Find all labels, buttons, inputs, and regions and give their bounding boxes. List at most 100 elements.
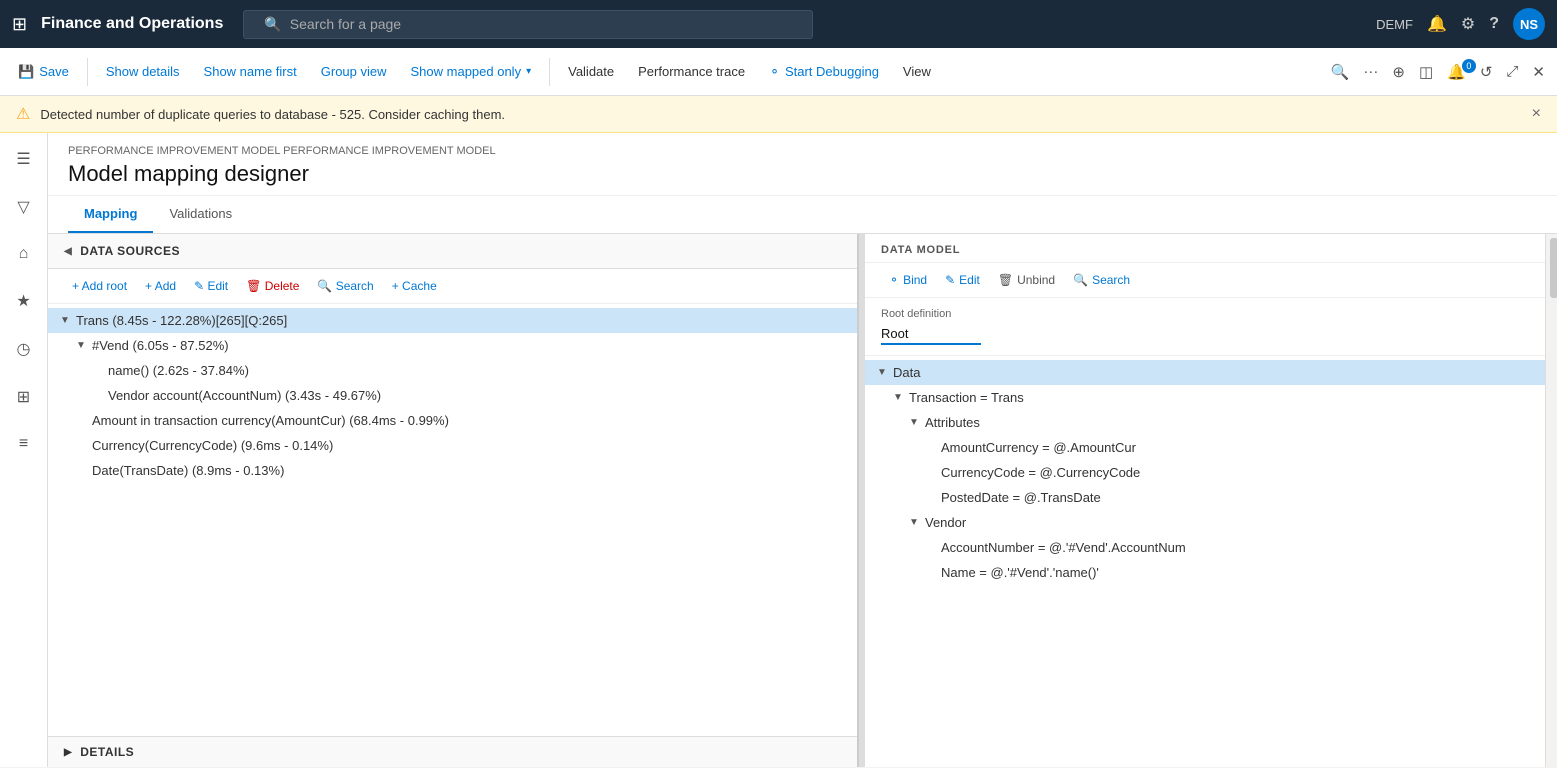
ds-add-button[interactable]: + Add xyxy=(137,275,184,297)
ds-tree-item-amount[interactable]: Amount in transaction currency(AmountCur… xyxy=(48,408,857,433)
tree-item-label: Currency(CurrencyCode) (9.6ms - 0.14%) xyxy=(92,438,845,453)
show-name-button[interactable]: Show name first xyxy=(194,59,307,84)
tab-validations[interactable]: Validations xyxy=(153,196,248,233)
user-avatar[interactable]: NS xyxy=(1513,8,1545,40)
global-search[interactable]: 🔍 Search for a page xyxy=(243,10,813,39)
ds-section-header: ◀ DATA SOURCES xyxy=(48,234,857,269)
dm-item-label: Data xyxy=(893,365,1533,380)
save-button[interactable]: 💾 Save xyxy=(8,59,79,85)
ds-cache-button[interactable]: + Cache xyxy=(384,275,445,297)
view-button[interactable]: View xyxy=(893,59,941,84)
ds-tree-item-currency[interactable]: Currency(CurrencyCode) (9.6ms - 0.14%) xyxy=(48,433,857,458)
chevron-down-icon: ▾ xyxy=(526,66,531,77)
notification-badge[interactable]: 🔔 0 xyxy=(1443,63,1470,81)
bell-icon[interactable]: 🔔 xyxy=(1427,14,1447,34)
ds-tree-item-date[interactable]: Date(TransDate) (8.9ms - 0.13%) xyxy=(48,458,857,483)
page-title: Model mapping designer xyxy=(68,161,1537,187)
ds-add-root-button[interactable]: + Add root xyxy=(64,275,135,297)
ds-tree-item-name[interactable]: name() (2.62s - 37.84%) xyxy=(48,358,857,383)
toolbar-search-icon[interactable]: 🔍 xyxy=(1327,59,1354,85)
left-sidebar: ☰ ▽ ⌂ ★ ◷ ⊞ ≡ xyxy=(0,133,48,767)
dm-edit-button[interactable]: ✎ Edit xyxy=(937,269,988,291)
ds-tree-item-trans[interactable]: ▼ Trans (8.45s - 122.28%)[265][Q:265] xyxy=(48,308,857,333)
validate-button[interactable]: Validate xyxy=(558,59,624,84)
toolbar-expand-icon[interactable]: ⤢ xyxy=(1502,59,1522,84)
divider-2 xyxy=(549,58,550,86)
root-value-input[interactable] xyxy=(881,324,981,345)
sidebar-workspaces-icon[interactable]: ⊞ xyxy=(11,381,36,413)
expand-icon[interactable]: ▼ xyxy=(893,392,909,403)
right-scrollbar[interactable] xyxy=(1545,234,1557,767)
edit-icon: ✎ xyxy=(945,273,955,287)
ds-edit-button[interactable]: ✎ Edit xyxy=(186,275,236,297)
toolbar-pin-icon[interactable]: ⊕ xyxy=(1388,59,1409,85)
root-definition-label: Root definition xyxy=(881,308,1529,320)
tree-item-label: Trans (8.45s - 122.28%)[265][Q:265] xyxy=(76,313,845,328)
toolbar-extension-icon[interactable]: ◫ xyxy=(1415,59,1437,85)
sidebar-menu-icon[interactable]: ☰ xyxy=(10,143,36,175)
sidebar-favorites-icon[interactable]: ★ xyxy=(10,285,36,317)
dm-toolbar: ⚬ Bind ✎ Edit 🗑 Unbind 🔍 Search xyxy=(865,263,1545,298)
tree-item-label: name() (2.62s - 37.84%) xyxy=(108,363,845,378)
dm-item-currency-code[interactable]: CurrencyCode = @.CurrencyCode xyxy=(865,460,1545,485)
ds-tree-item-vend[interactable]: ▼ #Vend (6.05s - 87.52%) xyxy=(48,333,857,358)
toolbar-refresh-icon[interactable]: ↺ xyxy=(1476,59,1497,85)
performance-trace-button[interactable]: Performance trace xyxy=(628,59,755,84)
ds-search-button[interactable]: 🔍 Search xyxy=(309,275,381,297)
ds-delete-button[interactable]: 🗑 Delete xyxy=(238,275,307,297)
main-layout: ☰ ▽ ⌂ ★ ◷ ⊞ ≡ PERFORMANCE IMPROVEMENT MO… xyxy=(0,133,1557,767)
env-label: DEMF xyxy=(1376,17,1413,32)
dm-item-label: PostedDate = @.TransDate xyxy=(941,490,1533,505)
group-view-button[interactable]: Group view xyxy=(311,59,397,84)
tab-mapping[interactable]: Mapping xyxy=(68,196,153,233)
sidebar-home-icon[interactable]: ⌂ xyxy=(13,239,35,269)
warn-icon: ⚠ xyxy=(16,104,30,124)
dm-unbind-button[interactable]: 🗑 Unbind xyxy=(990,269,1063,291)
dm-item-vendor[interactable]: ▼ Vendor xyxy=(865,510,1545,535)
ds-tree: ▼ Trans (8.45s - 122.28%)[265][Q:265] ▼ … xyxy=(48,304,857,736)
expand-icon[interactable]: ▼ xyxy=(76,340,92,351)
dm-item-amount-currency[interactable]: AmountCurrency = @.AmountCur xyxy=(865,435,1545,460)
details-bar[interactable]: ▶ DETAILS xyxy=(48,736,857,767)
toolbar-more-icon[interactable]: ··· xyxy=(1359,59,1382,84)
tab-bar: Mapping Validations xyxy=(48,196,1557,234)
ds-tree-item-vendor-account[interactable]: Vendor account(AccountNum) (3.43s - 49.6… xyxy=(48,383,857,408)
filter-icon[interactable]: ▽ xyxy=(11,191,35,223)
ds-collapse-icon[interactable]: ◀ xyxy=(64,246,72,257)
help-icon[interactable]: ? xyxy=(1489,15,1499,33)
sidebar-modules-icon[interactable]: ≡ xyxy=(13,429,34,459)
dm-item-posted-date[interactable]: PostedDate = @.TransDate xyxy=(865,485,1545,510)
dm-bind-button[interactable]: ⚬ Bind xyxy=(881,269,935,291)
sidebar-recent-icon[interactable]: ◷ xyxy=(11,333,37,365)
dm-item-attributes[interactable]: ▼ Attributes xyxy=(865,410,1545,435)
bind-icon: ⚬ xyxy=(889,273,899,287)
tree-item-label: Amount in transaction currency(AmountCur… xyxy=(92,413,845,428)
show-details-button[interactable]: Show details xyxy=(96,59,190,84)
toolbar-close-icon[interactable]: ✕ xyxy=(1528,59,1549,85)
scroll-thumb[interactable] xyxy=(1550,238,1557,298)
start-debugging-button[interactable]: ⚬ Start Debugging xyxy=(759,59,889,85)
expand-icon[interactable]: ▼ xyxy=(909,417,925,428)
dm-item-account-number[interactable]: AccountNumber = @.'#Vend'.AccountNum xyxy=(865,535,1545,560)
warning-bar: ⚠ Detected number of duplicate queries t… xyxy=(0,96,1557,133)
expand-icon[interactable]: ▼ xyxy=(60,315,76,326)
debug-icon: ⚬ xyxy=(769,64,780,80)
toolbar-right: 🔍 ··· ⊕ ◫ 🔔 0 ↺ ⤢ ✕ xyxy=(1327,59,1549,85)
details-expand-icon[interactable]: ▶ xyxy=(64,747,72,758)
page-header: PERFORMANCE IMPROVEMENT MODEL PERFORMANC… xyxy=(48,133,1557,196)
tree-item-label: Vendor account(AccountNum) (3.43s - 49.6… xyxy=(108,388,845,403)
warning-close-button[interactable]: × xyxy=(1532,105,1541,123)
dm-item-name[interactable]: Name = @.'#Vend'.'name()' xyxy=(865,560,1545,585)
ds-panel: ◀ DATA SOURCES + Add root + Add ✎ Edit 🗑… xyxy=(48,234,859,767)
dm-search-button[interactable]: 🔍 Search xyxy=(1065,269,1138,291)
divider-1 xyxy=(87,58,88,86)
apps-icon[interactable]: ⊞ xyxy=(12,14,27,35)
show-mapped-button[interactable]: Show mapped only ▾ xyxy=(401,59,542,84)
root-definition: Root definition xyxy=(865,298,1545,356)
dm-item-transaction[interactable]: ▼ Transaction = Trans xyxy=(865,385,1545,410)
expand-icon[interactable]: ▼ xyxy=(909,517,925,528)
dm-item-data[interactable]: ▼ Data xyxy=(865,360,1545,385)
search-icon: 🔍 xyxy=(264,16,281,33)
gear-icon[interactable]: ⚙ xyxy=(1461,14,1475,34)
expand-icon[interactable]: ▼ xyxy=(877,367,893,378)
